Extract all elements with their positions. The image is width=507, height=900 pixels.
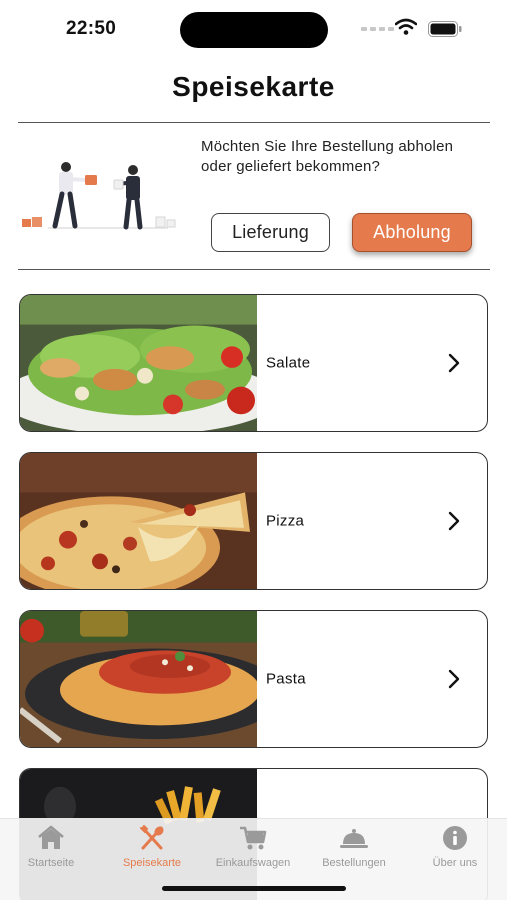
pasta-photo [20, 611, 257, 747]
tab-bestellungen[interactable]: Bestellungen [304, 825, 404, 869]
header-divider [18, 122, 490, 123]
chevron-right-icon [448, 669, 460, 689]
tab-ueber-uns[interactable]: Über uns [405, 825, 505, 869]
wifi-icon [395, 18, 417, 35]
pizza-photo [20, 453, 257, 589]
delivery-button[interactable]: Lieferung [211, 213, 330, 252]
category-label: Pasta [266, 670, 306, 688]
tab-label: Speisekarte [122, 857, 182, 869]
status-bar: 22:50 [0, 0, 507, 60]
delivery-question-text: Möchten Sie Ihre Bestellung abholen oder… [201, 138, 454, 175]
category-label: Salate [266, 354, 311, 372]
tab-label: Einkaufswagen [215, 857, 291, 869]
home-icon [38, 825, 64, 849]
home-indicator[interactable] [162, 886, 346, 891]
info-icon [443, 826, 467, 850]
cart-icon [240, 826, 267, 850]
utensils-icon [140, 825, 164, 850]
tab-label: Über uns [432, 857, 478, 869]
cloche-icon [340, 829, 368, 848]
category-card-pasta[interactable]: Pasta [19, 610, 488, 748]
category-card-pizza[interactable]: Pizza [19, 452, 488, 590]
page-title: Speisekarte [172, 71, 335, 102]
battery-icon [428, 21, 462, 37]
dynamic-island [180, 12, 328, 48]
category-card-salate[interactable]: Salate [19, 294, 488, 432]
delivery-handover-illustration [22, 162, 176, 230]
category-label: Pizza [266, 512, 305, 530]
tab-startseite[interactable]: Startseite [1, 825, 101, 869]
cellular-signal-icon [361, 27, 394, 31]
chevron-right-icon [448, 511, 460, 531]
tab-einkaufswagen[interactable]: Einkaufswagen [203, 825, 303, 869]
tab-speisekarte[interactable]: Speisekarte [102, 825, 202, 869]
tab-label: Startseite [27, 857, 75, 869]
chevron-right-icon [448, 353, 460, 373]
status-time: 22:50 [66, 18, 117, 39]
pickup-button[interactable]: Abholung [352, 213, 472, 252]
salad-photo [20, 295, 257, 431]
panel-divider [18, 269, 490, 270]
tab-label: Bestellungen [322, 857, 386, 869]
